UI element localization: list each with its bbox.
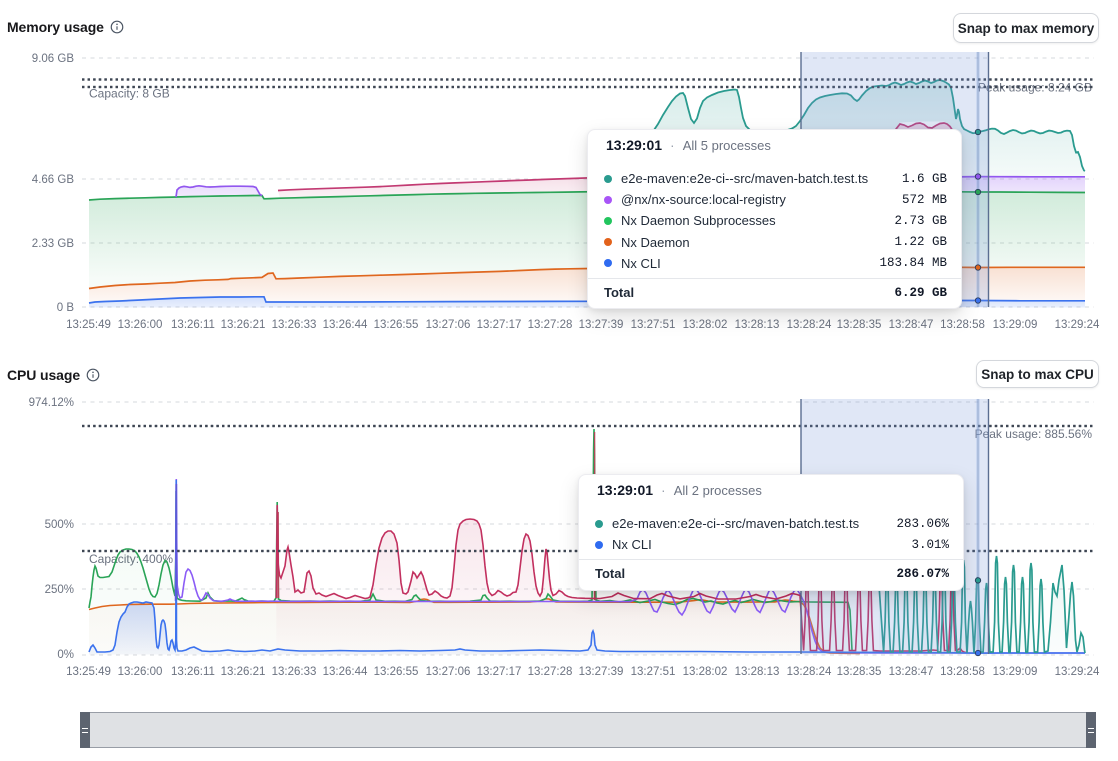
svg-text:13:26:44: 13:26:44: [323, 319, 368, 331]
svg-text:13:29:09: 13:29:09: [993, 666, 1038, 678]
svg-text:13:27:28: 13:27:28: [528, 319, 573, 331]
svg-text:13:29:24: 13:29:24: [1055, 666, 1100, 678]
svg-text:13:28:47: 13:28:47: [889, 319, 934, 331]
svg-text:13:28:13: 13:28:13: [735, 666, 780, 678]
svg-text:13:28:02: 13:28:02: [683, 319, 728, 331]
svg-text:13:28:35: 13:28:35: [837, 319, 882, 331]
svg-text:13:26:21: 13:26:21: [221, 666, 266, 678]
svg-text:Peak usage: 885.56%: Peak usage: 885.56%: [975, 427, 1093, 441]
svg-text:13:27:39: 13:27:39: [579, 666, 624, 678]
svg-text:4.66 GB: 4.66 GB: [32, 174, 75, 186]
svg-text:13:26:00: 13:26:00: [118, 666, 163, 678]
svg-text:13:28:58: 13:28:58: [940, 319, 985, 331]
svg-text:13:28:35: 13:28:35: [837, 666, 882, 678]
svg-text:13:27:28: 13:27:28: [528, 666, 573, 678]
svg-text:13:28:02: 13:28:02: [683, 666, 728, 678]
svg-text:9.06 GB: 9.06 GB: [32, 53, 75, 65]
svg-text:13:27:06: 13:27:06: [426, 319, 471, 331]
svg-text:13:27:39: 13:27:39: [579, 319, 624, 331]
svg-text:2.33 GB: 2.33 GB: [32, 238, 75, 250]
svg-text:13:26:33: 13:26:33: [272, 319, 317, 331]
svg-text:13:26:55: 13:26:55: [374, 319, 419, 331]
svg-text:974.12%: 974.12%: [29, 397, 74, 409]
svg-text:13:28:47: 13:28:47: [889, 666, 934, 678]
svg-text:13:28:58: 13:28:58: [940, 666, 985, 678]
svg-text:250%: 250%: [45, 584, 74, 596]
svg-text:13:29:09: 13:29:09: [993, 319, 1038, 331]
svg-text:13:26:55: 13:26:55: [374, 666, 419, 678]
svg-text:13:27:51: 13:27:51: [631, 666, 676, 678]
svg-text:13:28:24: 13:28:24: [787, 319, 832, 331]
svg-text:13:26:11: 13:26:11: [171, 666, 215, 678]
svg-text:13:28:24: 13:28:24: [787, 666, 832, 678]
svg-text:13:29:24: 13:29:24: [1055, 319, 1100, 331]
svg-text:13:25:49: 13:25:49: [66, 666, 111, 678]
svg-text:13:27:51: 13:27:51: [631, 319, 676, 331]
svg-text:0%: 0%: [57, 649, 74, 661]
svg-text:13:25:49: 13:25:49: [66, 319, 111, 331]
svg-text:13:26:33: 13:26:33: [272, 666, 317, 678]
svg-text:13:27:06: 13:27:06: [426, 666, 471, 678]
svg-text:0 B: 0 B: [57, 302, 75, 314]
svg-text:13:26:11: 13:26:11: [171, 319, 215, 331]
svg-text:Capacity: 8 GB: Capacity: 8 GB: [89, 87, 170, 101]
svg-text:13:28:13: 13:28:13: [735, 319, 780, 331]
svg-text:13:26:44: 13:26:44: [323, 666, 368, 678]
svg-text:13:26:00: 13:26:00: [118, 319, 163, 331]
svg-text:13:27:17: 13:27:17: [477, 666, 522, 678]
svg-text:500%: 500%: [45, 519, 74, 531]
svg-text:13:26:21: 13:26:21: [221, 319, 266, 331]
svg-text:13:27:17: 13:27:17: [477, 319, 522, 331]
